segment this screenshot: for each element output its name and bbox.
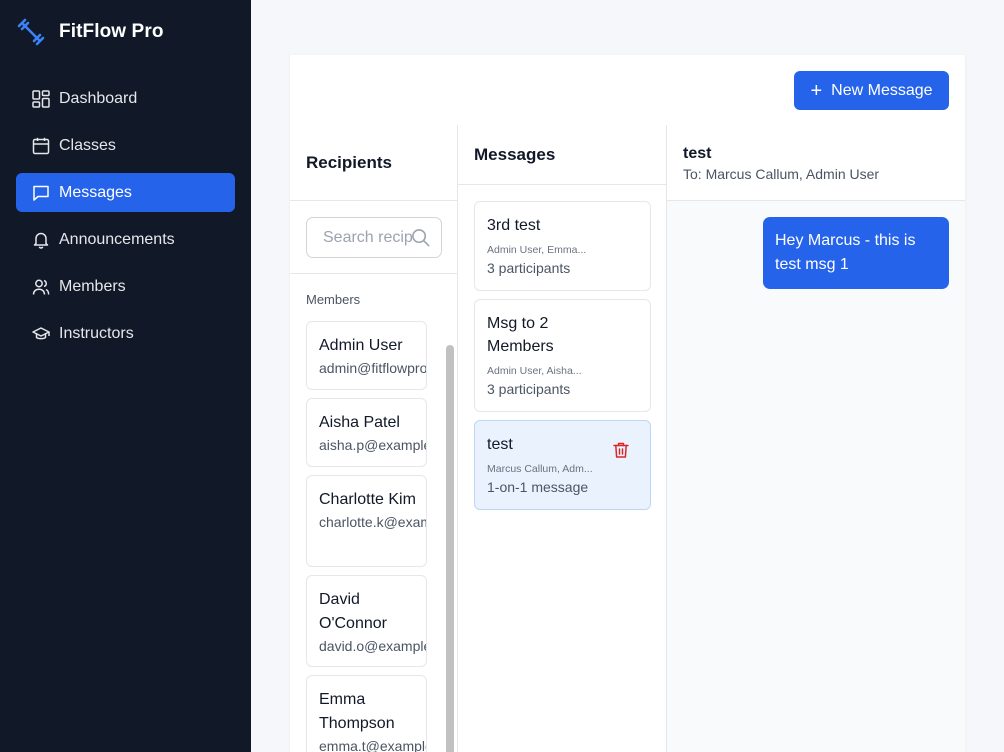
new-message-button[interactable]: + New Message [794, 71, 949, 110]
graduation-cap-icon [32, 325, 50, 343]
sidebar-item-announcements[interactable]: Announcements [16, 220, 235, 259]
search-icon[interactable] [411, 228, 430, 247]
sidebar-item-label: Instructors [59, 324, 134, 342]
divider [290, 273, 457, 274]
recipient-name: David O'Connor [319, 591, 387, 632]
conversation-participants: Admin User, Aisha... [487, 365, 582, 377]
recipient-name: Emma Thompson [319, 691, 395, 732]
recipients-column: Recipients Members Admin User admin@fitf… [290, 125, 458, 752]
recipient-search [306, 217, 442, 258]
new-message-label: New Message [831, 81, 933, 99]
conversation-list: 3rd test Admin User, Emma... 3 participa… [474, 201, 651, 518]
sidebar: FitFlow Pro Dashboard Classes Messages A… [0, 0, 251, 752]
conversation-count: 3 participants [487, 260, 571, 276]
recipient-email: emma.t@example.com [319, 738, 426, 752]
conversation-title: Msg to 2 Members [487, 315, 554, 355]
recipient-email: charlotte.k@example.com [319, 514, 426, 530]
recipient-item[interactable]: Admin User admin@fitflowpro.com [306, 321, 427, 390]
recipient-name: Aisha Patel [319, 414, 400, 431]
users-icon [32, 278, 50, 296]
sidebar-item-label: Members [59, 277, 126, 295]
recipient-email: aisha.p@example.com [319, 437, 426, 453]
search-input[interactable] [307, 218, 412, 257]
messages-column: Messages 3rd test Admin User, Emma... 3 … [458, 125, 667, 752]
recipient-email: david.o@example.com [319, 638, 426, 654]
sidebar-item-members[interactable]: Members [16, 267, 235, 306]
message-icon [32, 184, 50, 202]
conversation-item[interactable]: Msg to 2 Members Admin User, Aisha... 3 … [474, 299, 651, 412]
recipient-item[interactable]: Aisha Patel aisha.p@example.com [306, 398, 427, 467]
conversation-count: 3 participants [487, 381, 571, 397]
sidebar-item-label: Dashboard [59, 89, 138, 107]
recipient-item[interactable]: Emma Thompson emma.t@example.com [306, 675, 427, 752]
thread-recipients: To: Marcus Callum, Admin User [683, 166, 880, 182]
thread-body: Hey Marcus - this is test msg 1 [667, 201, 965, 752]
recipient-item[interactable]: Charlotte Kim charlotte.k@example.com [306, 475, 427, 567]
dashboard-icon [32, 89, 50, 108]
thread-column: test To: Marcus Callum, Admin User Hey M… [667, 125, 965, 752]
thread-title: test [683, 145, 712, 162]
sidebar-item-dashboard[interactable]: Dashboard [16, 79, 235, 118]
conversation-title: 3rd test [487, 217, 541, 234]
recipient-item[interactable]: David O'Connor david.o@example.com [306, 575, 427, 667]
members-section-label: Members [306, 292, 361, 307]
recipients-title: Recipients [290, 125, 457, 201]
sidebar-nav: Dashboard Classes Messages Announcements… [16, 79, 235, 361]
message-bubble: Hey Marcus - this is test msg 1 [763, 217, 949, 289]
recipient-email: admin@fitflowpro.com [319, 360, 427, 376]
trash-icon[interactable] [612, 441, 630, 459]
conversation-participants: Marcus Callum, Adm... [487, 463, 593, 475]
conversation-count: 1-on-1 message [487, 479, 589, 495]
bell-icon [32, 231, 50, 249]
sidebar-item-label: Announcements [59, 230, 175, 248]
sidebar-item-instructors[interactable]: Instructors [16, 314, 235, 353]
recipient-scrollbar[interactable] [446, 345, 454, 752]
conversation-item-selected[interactable]: test Marcus Callum, Adm... 1-on-1 messag… [474, 420, 651, 510]
recipient-name: Admin User [319, 337, 403, 354]
app-name: FitFlow Pro [59, 21, 164, 42]
sidebar-item-messages[interactable]: Messages [16, 173, 235, 212]
thread-header: test To: Marcus Callum, Admin User [667, 125, 965, 201]
messages-title: Messages [458, 125, 666, 185]
messages-panel: + New Message Recipients Members Admin U… [290, 55, 965, 752]
conversation-title: test [487, 436, 513, 453]
sidebar-item-label: Messages [59, 183, 132, 201]
conversation-item[interactable]: 3rd test Admin User, Emma... 3 participa… [474, 201, 651, 291]
plus-icon: + [810, 79, 823, 102]
recipient-list: Admin User admin@fitflowpro.com Aisha Pa… [306, 321, 427, 752]
conversation-participants: Admin User, Emma... [487, 244, 587, 256]
sidebar-item-classes[interactable]: Classes [16, 126, 235, 165]
brand[interactable]: FitFlow Pro [16, 16, 164, 48]
recipient-name: Charlotte Kim [319, 491, 416, 508]
calendar-icon [32, 137, 50, 155]
dumbbell-logo-icon [16, 17, 46, 47]
sidebar-item-label: Classes [59, 136, 116, 154]
